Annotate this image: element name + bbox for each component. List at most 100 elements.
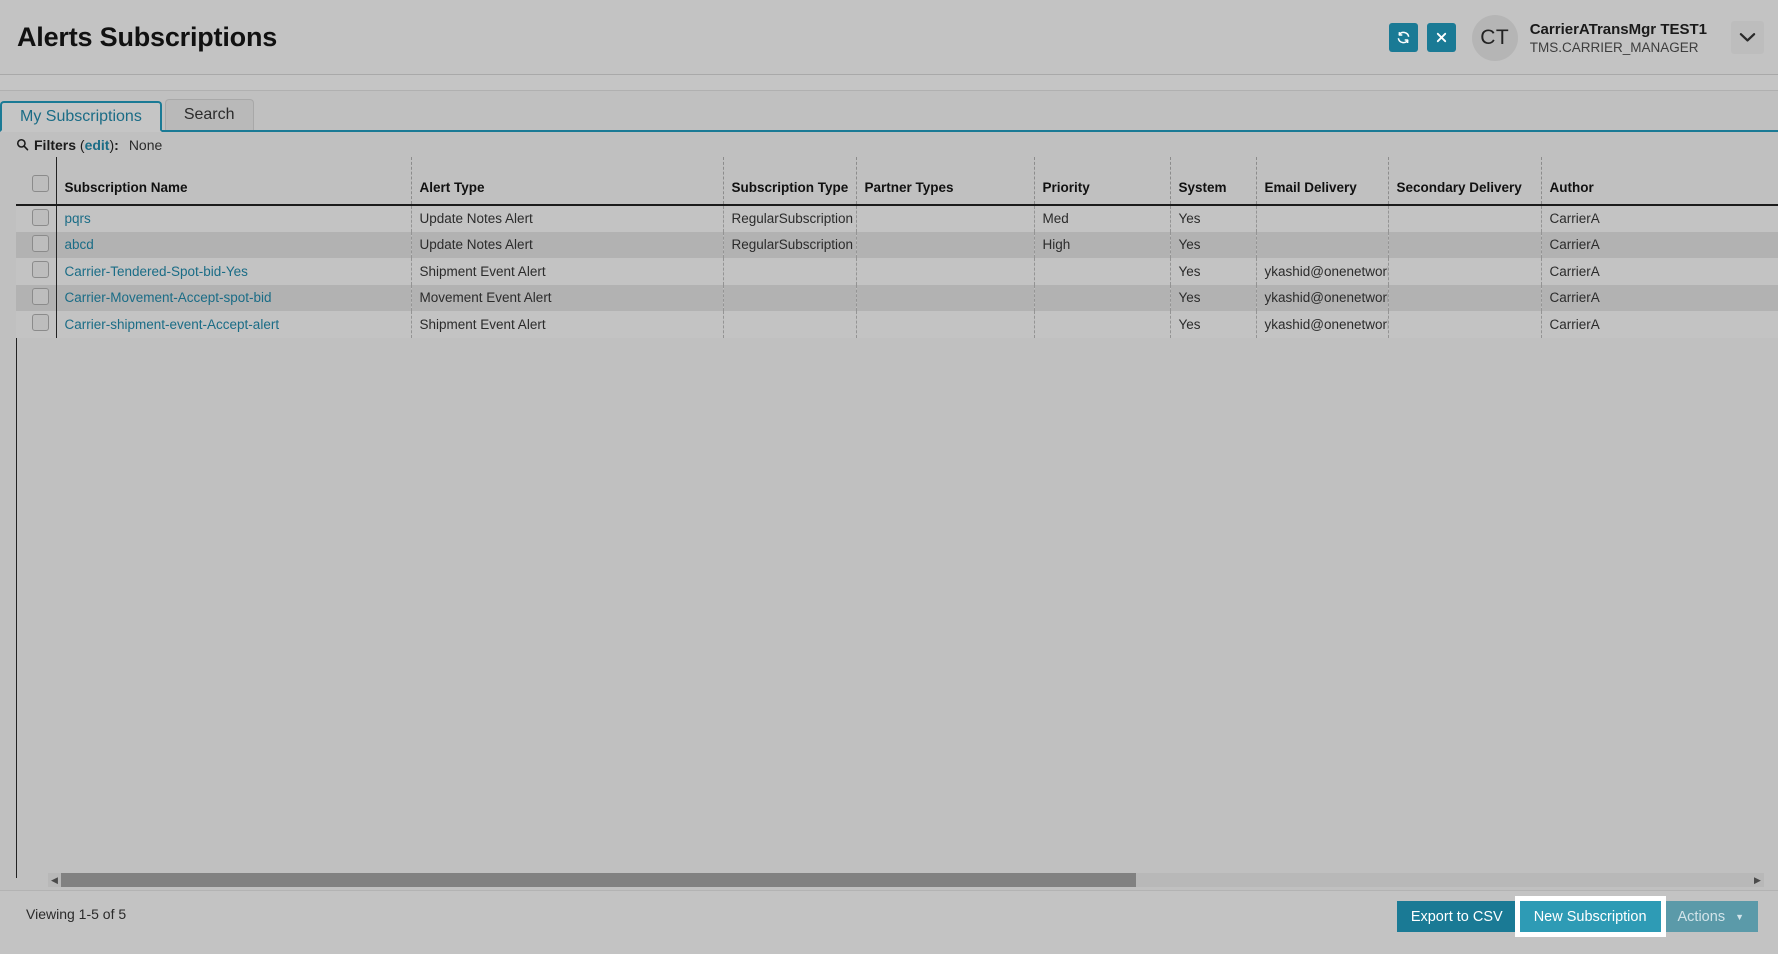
table-row[interactable]: Carrier-Movement-Accept-spot-bid Movemen… bbox=[16, 284, 1778, 311]
cell-alert-type: Shipment Event Alert bbox=[410, 311, 723, 338]
cell-secondary-delivery bbox=[1387, 205, 1541, 232]
actions-dropdown-button[interactable]: Actions ▼ bbox=[1663, 901, 1758, 932]
cell-subscription-name: Carrier-Tendered-Spot-bid-Yes bbox=[55, 258, 411, 285]
cell-alert-type: Update Notes Alert bbox=[410, 205, 723, 232]
cell-secondary-delivery bbox=[1387, 258, 1541, 285]
col-email-delivery[interactable]: Email Delivery bbox=[1255, 157, 1388, 206]
row-select-cell bbox=[16, 258, 56, 285]
cell-system: Yes bbox=[1169, 284, 1256, 311]
col-subscription-type[interactable]: Subscription Type bbox=[722, 157, 856, 206]
cell-subscription-type bbox=[722, 311, 856, 338]
row-checkbox[interactable] bbox=[32, 287, 49, 305]
cell-author: CarrierA bbox=[1540, 231, 1778, 258]
subscription-name-link[interactable]: Carrier-Tendered-Spot-bid-Yes bbox=[65, 264, 248, 279]
filters-bar: Filters (edit): None bbox=[0, 132, 1778, 157]
filters-colon: : bbox=[114, 136, 119, 153]
col-priority[interactable]: Priority bbox=[1033, 157, 1170, 206]
cell-system: Yes bbox=[1169, 258, 1256, 285]
cell-subscription-name: Carrier-Movement-Accept-spot-bid bbox=[55, 284, 411, 311]
subscriptions-grid: Subscription Name Alert Type Subscriptio… bbox=[16, 157, 1778, 881]
cell-email-delivery bbox=[1255, 231, 1388, 258]
cell-partner-types bbox=[855, 258, 1034, 285]
cell-system: Yes bbox=[1169, 205, 1256, 232]
row-select-cell bbox=[16, 311, 56, 338]
cell-alert-type: Shipment Event Alert bbox=[410, 258, 723, 285]
col-partner-types[interactable]: Partner Types bbox=[855, 157, 1034, 206]
select-all-header bbox=[16, 157, 56, 206]
filters-edit-link[interactable]: edit bbox=[85, 137, 110, 153]
cell-priority bbox=[1033, 311, 1170, 338]
cell-partner-types bbox=[855, 205, 1034, 232]
cell-author: CarrierA bbox=[1540, 311, 1778, 338]
actions-label: Actions bbox=[1677, 908, 1726, 925]
cell-priority bbox=[1033, 284, 1170, 311]
cell-author: CarrierA bbox=[1540, 258, 1778, 285]
col-secondary-delivery[interactable]: Secondary Delivery bbox=[1387, 157, 1541, 206]
footer-actions: Export to CSV New Subscription Actions ▼ bbox=[1396, 896, 1758, 937]
row-checkbox[interactable] bbox=[32, 314, 49, 332]
cell-system: Yes bbox=[1169, 231, 1256, 258]
subscription-name-link[interactable]: Carrier-shipment-event-Accept-alert bbox=[65, 317, 280, 332]
col-system[interactable]: System bbox=[1169, 157, 1256, 206]
cell-subscription-name: abcd bbox=[55, 231, 411, 258]
cell-priority: Med bbox=[1033, 205, 1170, 232]
row-checkbox[interactable] bbox=[32, 234, 49, 252]
new-subscription-button[interactable]: New Subscription bbox=[1514, 896, 1666, 937]
col-alert-type[interactable]: Alert Type bbox=[410, 157, 723, 206]
cell-alert-type: Update Notes Alert bbox=[410, 231, 723, 258]
row-checkbox[interactable] bbox=[32, 208, 49, 226]
scrollbar-thumb[interactable] bbox=[61, 873, 1136, 887]
cell-priority bbox=[1033, 258, 1170, 285]
subscription-name-link[interactable]: Carrier-Movement-Accept-spot-bid bbox=[65, 290, 272, 305]
export-to-csv-button[interactable]: Export to CSV bbox=[1396, 901, 1517, 932]
cell-secondary-delivery bbox=[1387, 311, 1541, 338]
viewing-count: Viewing 1-5 of 5 bbox=[26, 906, 127, 922]
subscription-name-link[interactable]: abcd bbox=[65, 237, 94, 252]
row-checkbox[interactable] bbox=[32, 261, 49, 279]
avatar[interactable]: CT bbox=[1471, 14, 1518, 61]
cell-email-delivery bbox=[1255, 205, 1388, 232]
tab-search-label: Search bbox=[183, 106, 235, 123]
row-select-cell bbox=[16, 205, 56, 232]
refresh-icon[interactable] bbox=[1388, 23, 1418, 52]
table-body: pqrs Update Notes Alert RegularSubscript… bbox=[16, 205, 1778, 338]
table-row[interactable]: abcd Update Notes Alert RegularSubscript… bbox=[16, 231, 1778, 258]
close-icon[interactable] bbox=[1426, 23, 1456, 52]
grid-scroll-viewport: Subscription Name Alert Type Subscriptio… bbox=[16, 157, 1778, 878]
col-subscription-name[interactable]: Subscription Name bbox=[55, 157, 411, 206]
select-all-checkbox[interactable] bbox=[32, 175, 49, 192]
cell-subscription-name: pqrs bbox=[55, 205, 411, 232]
horizontal-scrollbar[interactable]: ◀ ▶ bbox=[48, 873, 1764, 887]
scrollbar-track[interactable] bbox=[61, 873, 1751, 887]
chevron-right-icon[interactable]: ▶ bbox=[1751, 873, 1764, 887]
header-actions: CT CarrierATransMgr TEST1 TMS.CARRIER_MA… bbox=[1388, 0, 1764, 75]
cell-subscription-type: RegularSubscription bbox=[722, 231, 856, 258]
col-author[interactable]: Author bbox=[1540, 157, 1778, 206]
tab-my-subscriptions[interactable]: My Subscriptions bbox=[0, 101, 162, 132]
chevron-left-icon[interactable]: ◀ bbox=[48, 873, 61, 887]
tab-search[interactable]: Search bbox=[164, 99, 254, 130]
table-row[interactable]: Carrier-Tendered-Spot-bid-Yes Shipment E… bbox=[16, 258, 1778, 285]
cell-email-delivery: ykashid@onenetwork.com bbox=[1255, 311, 1388, 338]
filters-value: None bbox=[128, 136, 163, 153]
cell-partner-types bbox=[855, 284, 1034, 311]
cell-subscription-type bbox=[722, 258, 856, 285]
search-icon bbox=[16, 138, 29, 151]
table-header: Subscription Name Alert Type Subscriptio… bbox=[16, 157, 1778, 206]
secondary-toolbar bbox=[0, 75, 1778, 91]
row-select-cell bbox=[16, 284, 56, 311]
filters-paren-open: ( bbox=[76, 136, 85, 153]
tab-my-subscriptions-label: My Subscriptions bbox=[20, 107, 142, 125]
chevron-down-icon[interactable] bbox=[1731, 21, 1764, 54]
cell-subscription-type: RegularSubscription bbox=[722, 205, 856, 232]
cell-author: CarrierA bbox=[1540, 284, 1778, 311]
table-row[interactable]: Carrier-shipment-event-Accept-alert Ship… bbox=[16, 311, 1778, 338]
app-header: Alerts Subscriptions CT CarrierATransMgr… bbox=[0, 0, 1778, 75]
table-row[interactable]: pqrs Update Notes Alert RegularSubscript… bbox=[16, 205, 1778, 232]
cell-priority: High bbox=[1033, 231, 1170, 258]
cell-email-delivery: ykashid@onenetwork.com bbox=[1255, 258, 1388, 285]
cell-secondary-delivery bbox=[1387, 284, 1541, 311]
subscription-name-link[interactable]: pqrs bbox=[65, 211, 91, 226]
cell-subscription-name: Carrier-shipment-event-Accept-alert bbox=[55, 311, 411, 338]
cell-partner-types bbox=[855, 311, 1034, 338]
